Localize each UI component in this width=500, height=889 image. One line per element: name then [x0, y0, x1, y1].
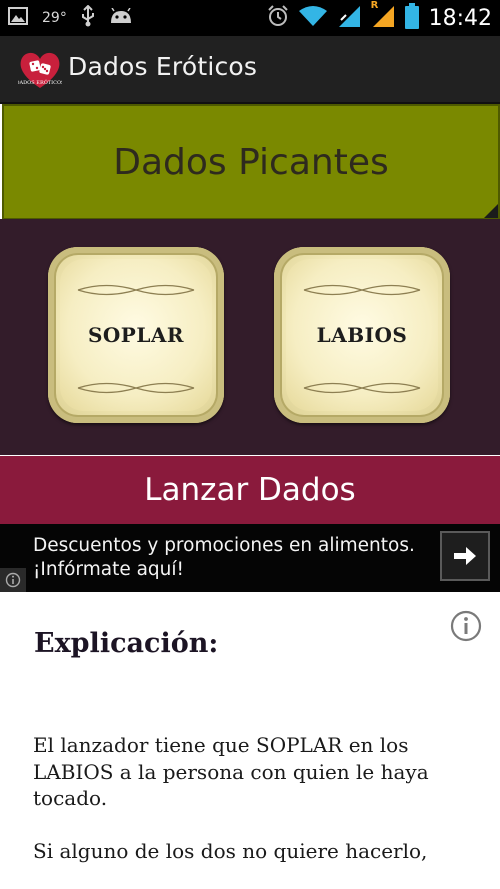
- clock-time: 18:42: [428, 5, 492, 31]
- ad-arrow-button[interactable]: [440, 531, 490, 581]
- ad-line-1: Descuentos y promociones en alimentos.: [33, 535, 415, 556]
- heart-dice-logo-icon: DADOS ERÓTICOS: [16, 52, 65, 88]
- alarm-icon: [267, 5, 289, 31]
- explanation-paragraph: El lanzador tiene que SOPLAR en los LABI…: [33, 733, 429, 810]
- ad-text: Descuentos y promociones en alimentos. ¡…: [33, 534, 415, 582]
- info-button[interactable]: [450, 610, 482, 642]
- status-bar: 29° R 18:42: [0, 0, 500, 36]
- app-title: Dados Eróticos: [68, 52, 258, 81]
- arrow-right-icon: [454, 547, 476, 565]
- logo-caption: DADOS ERÓTICOS: [18, 78, 62, 86]
- status-bar-left: 29°: [8, 0, 133, 36]
- action-bar: DADOS ERÓTICOS Dados Eróticos: [0, 36, 500, 104]
- flourish-bottom-icon: [303, 382, 421, 394]
- temperature-text: 29°: [42, 10, 67, 26]
- status-bar-right: R 18:42: [267, 0, 492, 36]
- die-action-word: SOPLAR: [87, 323, 185, 347]
- ad-info-button[interactable]: [0, 568, 26, 592]
- category-label: Dados Picantes: [113, 141, 389, 183]
- flourish-bottom-icon: [77, 382, 195, 394]
- ad-banner[interactable]: Descuentos y promociones en alimentos. ¡…: [0, 524, 500, 592]
- die-body-part[interactable]: LABIOS: [274, 247, 450, 423]
- explanation-body: El lanzador tiene que SOPLAR en los LABI…: [33, 732, 463, 889]
- gallery-icon: [8, 7, 28, 29]
- die-body-part-word: LABIOS: [316, 323, 408, 347]
- android-debug-icon: [109, 7, 133, 28]
- usb-icon: [81, 4, 95, 31]
- explanation-section: Explicación: El lanzador tiene que SOPLA…: [0, 592, 500, 889]
- roll-dice-button[interactable]: Lanzar Dados: [0, 456, 500, 524]
- battery-icon: [404, 3, 419, 33]
- dropdown-corner-icon: [484, 204, 498, 218]
- dice-area: SOPLAR LABIOS: [0, 219, 500, 455]
- info-icon: [450, 610, 482, 642]
- roaming-indicator: R: [370, 0, 379, 11]
- die-action[interactable]: SOPLAR: [48, 247, 224, 423]
- wifi-icon: [298, 5, 327, 31]
- explanation-paragraph: Si alguno de los dos no quiere hacerlo,: [33, 838, 428, 863]
- signal-icon: [337, 4, 361, 32]
- info-icon: [5, 572, 21, 588]
- ad-line-2: ¡Infórmate aquí!: [33, 559, 184, 580]
- app-logo[interactable]: DADOS ERÓTICOS: [16, 48, 65, 92]
- signal-roaming-icon: R: [371, 0, 395, 32]
- category-selector[interactable]: Dados Picantes: [2, 104, 500, 220]
- explanation-title: Explicación:: [34, 628, 219, 659]
